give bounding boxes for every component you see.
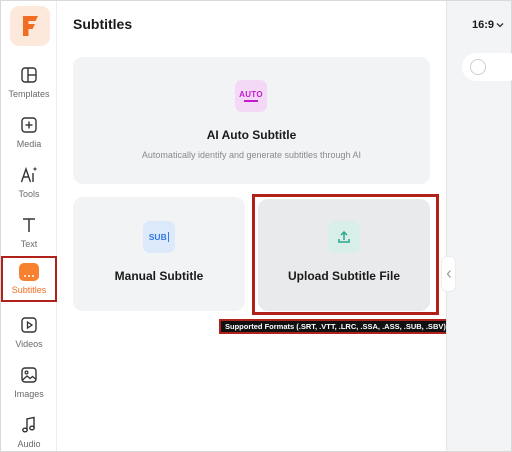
upload-highlight-box xyxy=(252,194,439,315)
sidebar-item-label: Tools xyxy=(18,189,40,199)
logo-f-icon xyxy=(23,16,38,36)
image-icon xyxy=(21,367,37,383)
sidebar-item-media[interactable]: Media xyxy=(1,113,57,159)
subtitles-highlight-box xyxy=(1,256,57,302)
chevron-left-icon xyxy=(446,270,451,278)
sidebar-item-label: Images xyxy=(14,389,44,399)
manual-subtitle-title: Manual Subtitle xyxy=(114,269,204,283)
manual-sub-icon-text: SUB xyxy=(148,232,167,242)
chevron-down-icon[interactable] xyxy=(496,21,504,29)
ai-auto-icon-text: AUTO xyxy=(239,90,263,100)
text-icon xyxy=(23,218,35,232)
ai-auto-subtitle-card[interactable]: AUTO AI Auto Subtitle Automatically iden… xyxy=(73,57,430,184)
preview-toggle[interactable] xyxy=(470,59,486,75)
sidebar-item-label: Text xyxy=(20,239,38,249)
aspect-ratio-select[interactable]: 16:9 xyxy=(472,19,494,31)
sidebar-item-label: Templates xyxy=(8,89,50,99)
ai-auto-subtitle-description: Automatically identify and generate subt… xyxy=(141,150,362,160)
sidebar-item-label: Videos xyxy=(15,339,43,349)
sidebar-item-templates[interactable]: Templates xyxy=(1,63,57,109)
sidebar-nav: Templates Media Tools Text Subtitles Vid… xyxy=(1,1,57,451)
app-logo[interactable] xyxy=(10,6,50,46)
media-plus-icon xyxy=(21,117,37,133)
supported-formats-tooltip: Supported Formats (.SRT, .VTT, .LRC, .SS… xyxy=(219,319,470,334)
video-play-icon xyxy=(21,317,37,333)
sidebar-item-label: Audio xyxy=(17,439,41,449)
ai-auto-icon: AUTO xyxy=(235,80,267,112)
sidebar-item-images[interactable]: Images xyxy=(1,363,57,409)
templates-icon xyxy=(21,67,37,83)
ai-tools-icon xyxy=(20,166,38,183)
sidebar-item-audio[interactable]: Audio xyxy=(1,413,57,452)
sidebar-item-label: Media xyxy=(16,139,42,149)
music-note-icon xyxy=(22,416,35,433)
collapse-panel-button[interactable] xyxy=(441,256,456,292)
sidebar-item-tools[interactable]: Tools xyxy=(1,163,57,209)
manual-subtitle-card[interactable]: SUB Manual Subtitle xyxy=(73,197,245,311)
sidebar-item-text[interactable]: Text xyxy=(1,213,57,259)
manual-sub-icon: SUB xyxy=(143,221,175,253)
page-title: Subtitles xyxy=(73,16,133,32)
ai-auto-subtitle-title: AI Auto Subtitle xyxy=(206,128,297,142)
sidebar-item-videos[interactable]: Videos xyxy=(1,313,57,359)
